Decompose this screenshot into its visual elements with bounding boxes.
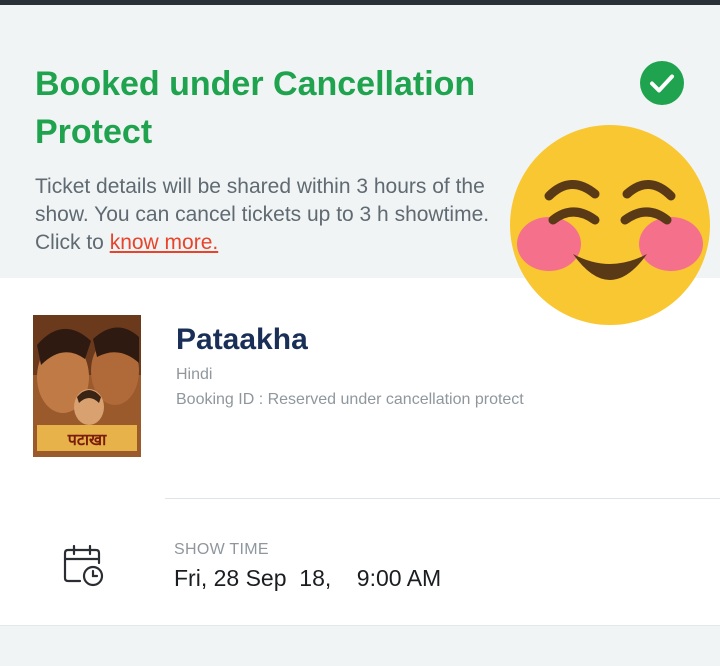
movie-title: Pataakha [176, 323, 308, 356]
show-time-label: SHOW TIME [174, 541, 269, 558]
booking-id: Booking ID : Reserved under cancellation… [176, 391, 524, 408]
show-time-value: Fri, 28 Sep 18, 9:00 AM [174, 565, 442, 591]
banner-description-text: Ticket details will be shared within 3 h… [35, 175, 490, 254]
section-divider [165, 498, 720, 499]
poster-title-text: पटाखा [67, 430, 107, 449]
banner-description: Ticket details will be shared within 3 h… [35, 173, 525, 257]
calendar-clock-icon [63, 544, 105, 587]
check-circle-icon [640, 61, 684, 105]
movie-poster: पटाखा [33, 315, 141, 457]
bottom-section-edge [0, 625, 720, 666]
movie-language: Hindi [176, 366, 213, 383]
know-more-link[interactable]: know more. [110, 231, 219, 254]
blushing-smiling-face-emoji [509, 124, 711, 326]
